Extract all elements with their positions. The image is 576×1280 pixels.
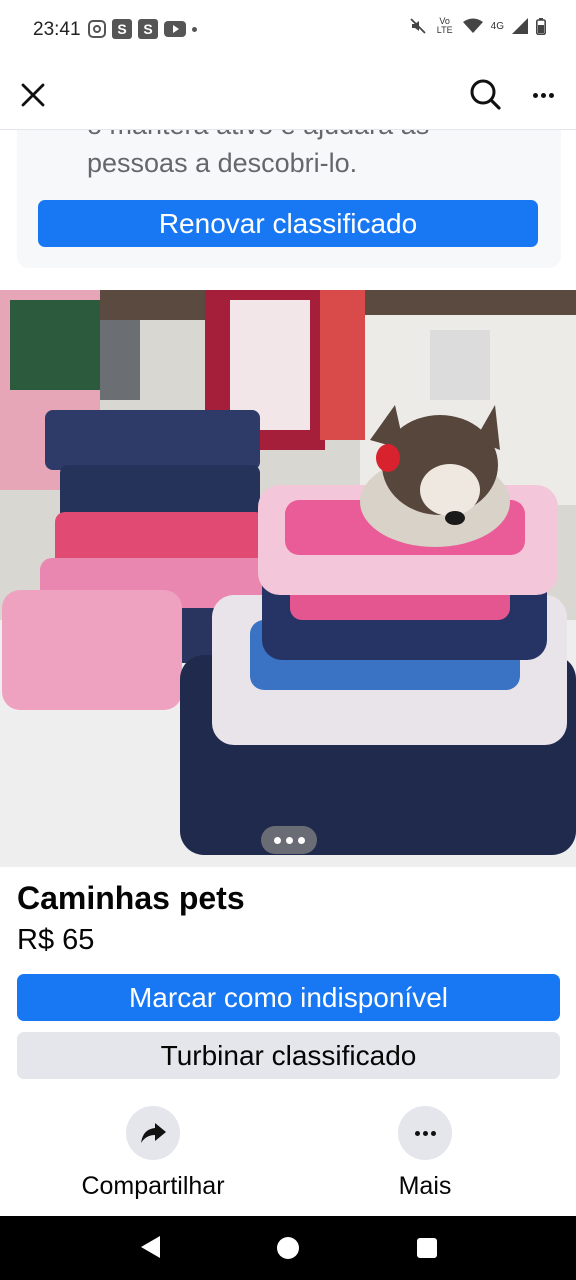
pager-dot (297, 836, 305, 844)
pet-beds-image (0, 290, 576, 867)
renew-listing-button[interactable]: Renovar classificado (38, 200, 538, 247)
app-s-icon: S (112, 19, 132, 39)
pager-dot (285, 836, 293, 844)
renew-text-line2: pessoas a descobri-lo. (87, 148, 358, 178)
volte-label: Vo LTE (436, 16, 453, 35)
search-icon[interactable] (468, 77, 502, 111)
battery-icon (536, 17, 546, 35)
listing-title: Caminhas pets (17, 880, 245, 916)
more-icon[interactable] (526, 78, 560, 112)
boost-listing-button[interactable]: Turbinar classificado (17, 1032, 560, 1079)
more-horizontal-icon[interactable] (398, 1106, 452, 1160)
more-notifications-icon (192, 26, 197, 32)
status-bar: 23:41 S S Vo LTE 4G (0, 0, 576, 60)
top-app-bar (0, 60, 576, 130)
network-label: 4G (490, 20, 504, 32)
status-time: 23:41 (33, 19, 81, 40)
mark-unavailable-button[interactable]: Marcar como indisponível (17, 974, 560, 1021)
youtube-icon (164, 21, 186, 37)
listing-price: R$ 65 (17, 924, 95, 956)
pager-dot (273, 836, 281, 844)
home-icon[interactable] (277, 1237, 299, 1259)
mute-icon (409, 17, 427, 35)
system-icons: Vo LTE 4G (409, 17, 546, 35)
back-icon[interactable] (141, 1236, 160, 1258)
wifi-icon (462, 18, 483, 34)
share-action[interactable]: Compartilhar (53, 1106, 253, 1201)
instagram-icon (88, 20, 106, 38)
close-icon[interactable] (18, 80, 48, 110)
recent-apps-icon[interactable] (417, 1238, 437, 1258)
share-icon[interactable] (126, 1106, 180, 1160)
app-s-icon-2: S (138, 19, 158, 39)
listing-photo[interactable] (0, 290, 576, 867)
notification-icons: S S (88, 19, 197, 39)
signal-icon (512, 18, 528, 34)
more-action[interactable]: Mais (325, 1106, 525, 1201)
share-label: Compartilhar (81, 1172, 225, 1200)
more-label: Mais (398, 1172, 452, 1200)
photo-pager[interactable] (261, 826, 317, 854)
system-nav-bar (0, 1216, 576, 1280)
